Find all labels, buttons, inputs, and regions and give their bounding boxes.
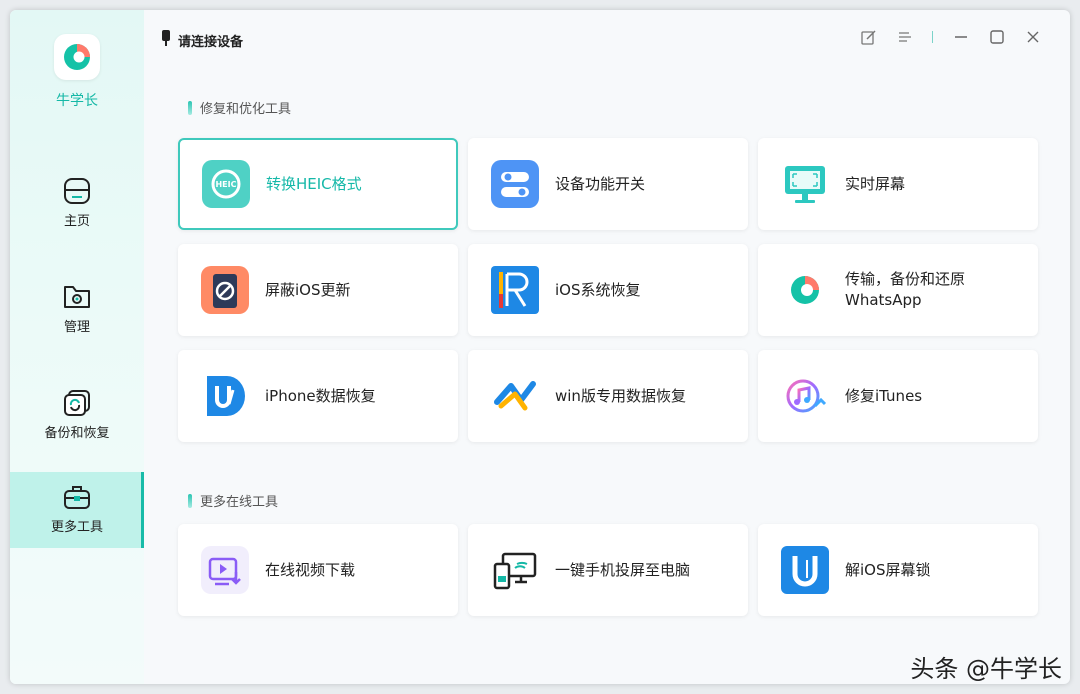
sidebar-item-label: 更多工具 [50,520,103,535]
tool-label: 传输，备份和还原 WhatsApp [845,270,966,309]
divider [932,28,934,46]
toolbox-icon [62,482,92,512]
tool-card-unlock[interactable]: 解iOS屏幕锁 [758,524,1038,616]
tool-card-whatsapp[interactable]: 传输，备份和还原 WhatsApp [758,244,1038,336]
minimize-icon[interactable] [952,28,970,46]
tool-label: 转换HEIC格式 [266,174,362,193]
feedback-icon[interactable] [860,28,878,46]
screen-mirror-icon [491,546,539,594]
windows-recovery-icon [491,372,539,420]
svg-text:HEIC: HEIC [215,180,236,189]
monitor-icon [781,160,829,208]
tool-label: 一键手机投屏至电脑 [555,560,691,579]
tool-card-win-data-recovery[interactable]: win版专用数据恢复 [468,350,748,442]
tool-label: 修复iTunes [845,386,923,405]
section-title-repair: 修复和优化工具 [188,98,291,117]
app-logo-icon [54,34,100,80]
app-name: 牛学长 [56,93,98,109]
phone-cable-icon [160,30,172,50]
sidebar-item-home[interactable]: 主页 [10,172,144,246]
menu-icon[interactable] [896,28,914,46]
section-title-online: 更多在线工具 [188,491,278,510]
itunes-repair-icon [781,372,829,420]
whatsapp-transfer-icon [781,266,829,314]
tool-label: 在线视频下载 [265,560,356,579]
device-status: 请连接设备 [160,30,243,50]
tool-card-device-switch[interactable]: 设备功能开关 [468,138,748,230]
title-bar: 请连接设备 [144,10,1070,66]
device-status-label: 请连接设备 [178,34,244,50]
tool-card-iphone-data-recovery[interactable]: iPhone数据恢复 [178,350,458,442]
sidebar-item-more-tools[interactable]: 更多工具 [10,472,144,548]
app-logo: 牛学长 [10,34,144,110]
ultdata-icon [201,372,249,420]
backup-restore-icon [62,388,92,418]
block-update-icon [201,266,249,314]
tool-card-heic[interactable]: HEIC 转换HEIC格式 [178,138,458,230]
sidebar-item-label: 备份和恢复 [44,426,110,441]
tool-label: win版专用数据恢复 [555,386,686,405]
heic-convert-icon: HEIC [202,160,250,208]
tool-card-live-screen[interactable]: 实时屏幕 [758,138,1038,230]
tool-label: 实时屏幕 [845,174,906,193]
sidebar-item-manage[interactable]: 管理 [10,278,144,352]
tool-label: 设备功能开关 [555,174,646,193]
tool-label: iOS系统恢复 [555,280,641,299]
app-window: 牛学长 主页 管理 备份和恢复 更多工具 请连接设备 修复和优化工具 HEIC … [10,10,1070,684]
sidebar: 牛学长 主页 管理 备份和恢复 更多工具 [10,10,144,684]
reiboot-icon [491,266,539,314]
watermark: 头条 @牛学长 [910,655,1062,683]
tool-label: iPhone数据恢复 [265,386,376,405]
window-controls [860,28,1042,46]
tool-card-itunes-repair[interactable]: 修复iTunes [758,350,1038,442]
sidebar-item-label: 主页 [63,214,90,229]
close-icon[interactable] [1024,28,1042,46]
sidebar-item-backup[interactable]: 备份和恢复 [10,384,144,458]
toggle-switches-icon [491,160,539,208]
tool-card-ios-recovery[interactable]: iOS系统恢复 [468,244,748,336]
home-icon [62,176,92,206]
tool-card-screen-mirror[interactable]: 一键手机投屏至电脑 [468,524,748,616]
tool-card-block-update[interactable]: 屏蔽iOS更新 [178,244,458,336]
sidebar-item-label: 管理 [63,320,90,335]
tool-card-video-download[interactable]: 在线视频下载 [178,524,458,616]
tool-label: 解iOS屏幕锁 [845,560,931,579]
video-download-icon [201,546,249,594]
maximize-icon[interactable] [988,28,1006,46]
folder-gear-icon [62,282,92,312]
unlock-icon [781,546,829,594]
tool-label: 屏蔽iOS更新 [265,280,351,299]
